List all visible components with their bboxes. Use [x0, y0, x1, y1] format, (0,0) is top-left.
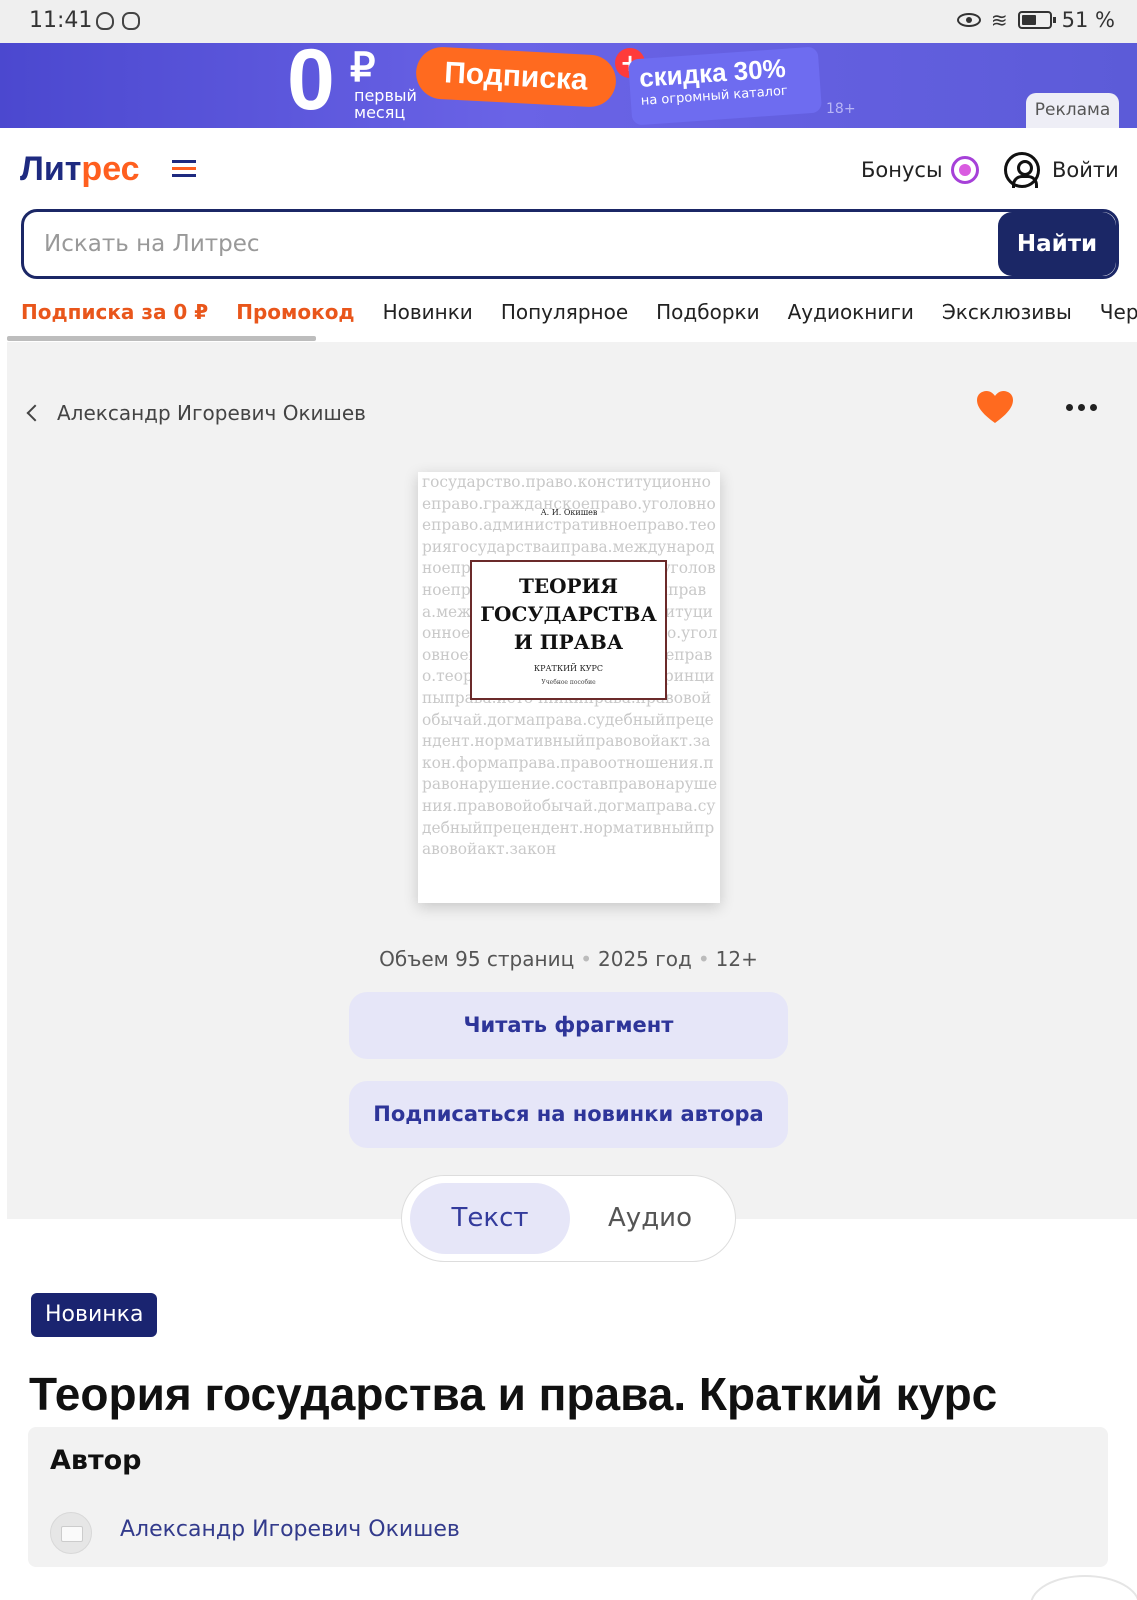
- format-switch: Текст Аудио: [401, 1175, 736, 1262]
- login-label: Войти: [1052, 158, 1119, 182]
- nav-item-exclusives[interactable]: Эксклюзивы: [942, 300, 1072, 324]
- nav-item-popular[interactable]: Популярное: [501, 300, 628, 324]
- logo-part2: рес: [81, 150, 140, 188]
- read-fragment-button[interactable]: Читать фрагмент: [349, 992, 788, 1059]
- nav-item-promocode[interactable]: Промокод: [236, 300, 354, 324]
- nav-scrollbar[interactable]: [7, 336, 316, 341]
- menu-lines-icon[interactable]: [172, 160, 196, 181]
- battery-percent: 51 %: [1061, 8, 1115, 32]
- ad-label[interactable]: Реклама: [1026, 93, 1119, 128]
- book-cover[interactable]: государство.право.конституционноеправо.г…: [418, 472, 720, 903]
- cover-title-line: ТЕОРИЯ: [518, 574, 619, 598]
- search-button[interactable]: Найти: [998, 212, 1116, 276]
- chevron-left-icon: [26, 404, 44, 422]
- bonuses-link[interactable]: Бонусы: [861, 156, 979, 184]
- ad-subscription-pill: Подписка: [414, 45, 618, 109]
- book-title: Теория государства и права. Краткий курс: [29, 1368, 998, 1420]
- new-badge: Новинка: [31, 1293, 158, 1337]
- eye-icon: [956, 13, 981, 27]
- cover-title-box: ТЕОРИЯ ГОСУДАРСТВА И ПРАВА КРАТКИЙ КУРС …: [470, 560, 667, 700]
- book-meta: Объем 95 страниц • 2025 год • 12+: [379, 947, 758, 971]
- ad-discount-card: скидка 30% на огромный каталог: [627, 46, 823, 126]
- nav-item-subscription[interactable]: Подписка за 0 ₽: [21, 300, 208, 324]
- author-heading: Автор: [50, 1445, 142, 1476]
- nav-item-new[interactable]: Новинки: [383, 300, 473, 324]
- book-age-rating: 12+: [715, 947, 758, 971]
- heart-icon[interactable]: [977, 391, 1013, 425]
- login-button[interactable]: Войти: [1004, 152, 1119, 188]
- author-card: Автор Александр Игоревич Окишев: [28, 1427, 1108, 1567]
- breadcrumb-label: Александр Игоревич Окишев: [57, 401, 366, 425]
- cover-subtitle: КРАТКИЙ КУРС: [533, 664, 604, 673]
- wifi-icon: ≋: [990, 8, 1008, 32]
- cover-author: А. И. Окишев: [540, 508, 598, 517]
- nav-item-drafts[interactable]: Черновики: [1100, 300, 1137, 324]
- battery-icon: [1017, 11, 1056, 29]
- subscribe-author-button[interactable]: Подписаться на новинки автора: [349, 1081, 788, 1148]
- ad-banner[interactable]: 0 ₽ первый месяц Подписка + скидка 30% н…: [0, 43, 1137, 128]
- user-icon: [1004, 152, 1040, 188]
- author-avatar[interactable]: [50, 1512, 92, 1554]
- bonus-icon: [950, 156, 979, 184]
- book-pages: Объем 95 страниц: [379, 947, 575, 971]
- cover-note: Учебное пособие: [541, 679, 596, 686]
- nav-item-collections[interactable]: Подборки: [656, 300, 759, 324]
- floating-button[interactable]: [1030, 1575, 1137, 1600]
- tab-text[interactable]: Текст: [410, 1183, 570, 1254]
- search-bar: Найти: [21, 209, 1119, 279]
- tab-audio[interactable]: Аудио: [570, 1183, 730, 1254]
- status-bar: 11:41 ≋ 51 %: [0, 0, 1137, 43]
- more-options-icon[interactable]: [1066, 404, 1097, 411]
- litres-logo[interactable]: Литрес: [20, 150, 140, 189]
- ad-currency: ₽: [350, 46, 376, 90]
- bonuses-label: Бонусы: [861, 158, 943, 182]
- cover-title-line: ГОСУДАРСТВА: [480, 602, 657, 626]
- author-link[interactable]: Александр Игоревич Окишев: [120, 1517, 460, 1542]
- shield-icon: [96, 12, 114, 30]
- ad-first-month: первый месяц: [354, 86, 417, 122]
- app-notification-icon: [122, 12, 140, 30]
- nav-item-audiobooks[interactable]: Аудиокниги: [788, 300, 914, 324]
- cover-title-line: И ПРАВА: [513, 630, 624, 654]
- breadcrumb-author[interactable]: Александр Игоревич Окишев: [26, 401, 366, 425]
- status-time: 11:41: [29, 8, 93, 33]
- ad-age: 18+: [826, 101, 856, 117]
- logo-part1: Лит: [20, 150, 82, 188]
- book-year: 2025 год: [598, 947, 692, 971]
- ad-zero: 0: [287, 43, 335, 128]
- search-input[interactable]: [24, 212, 1004, 276]
- category-nav: Подписка за 0 ₽ Промокод Новинки Популярное…: [21, 300, 1137, 340]
